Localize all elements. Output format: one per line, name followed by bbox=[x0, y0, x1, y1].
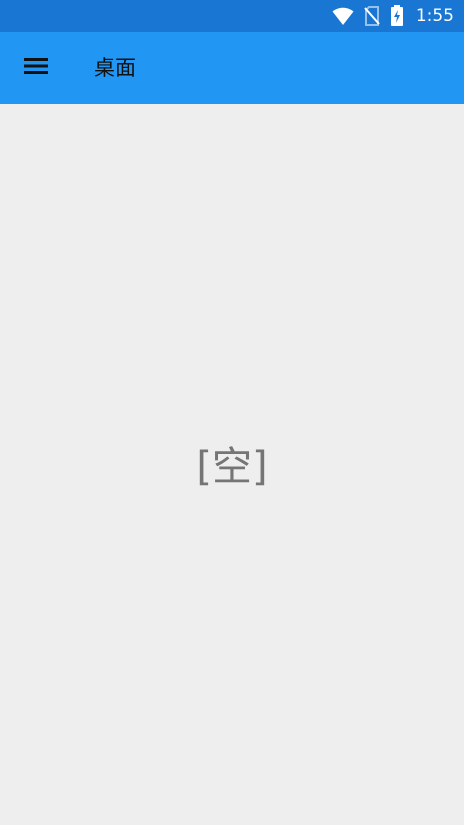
status-bar: 1:55 bbox=[0, 0, 464, 32]
status-icons: 1:55 bbox=[332, 0, 454, 32]
menu-button[interactable] bbox=[12, 44, 60, 92]
screen: 1:55 桌面 [空] bbox=[0, 0, 464, 825]
wifi-icon bbox=[332, 6, 354, 26]
no-sim-icon bbox=[364, 6, 380, 26]
main-content: [空] bbox=[0, 104, 464, 825]
app-bar: 桌面 bbox=[0, 32, 464, 104]
status-time: 1:55 bbox=[415, 6, 454, 26]
page-title: 桌面 bbox=[94, 56, 136, 80]
hamburger-menu-icon bbox=[24, 57, 48, 79]
empty-state-text: [空] bbox=[196, 444, 268, 490]
battery-charging-icon bbox=[390, 5, 404, 27]
